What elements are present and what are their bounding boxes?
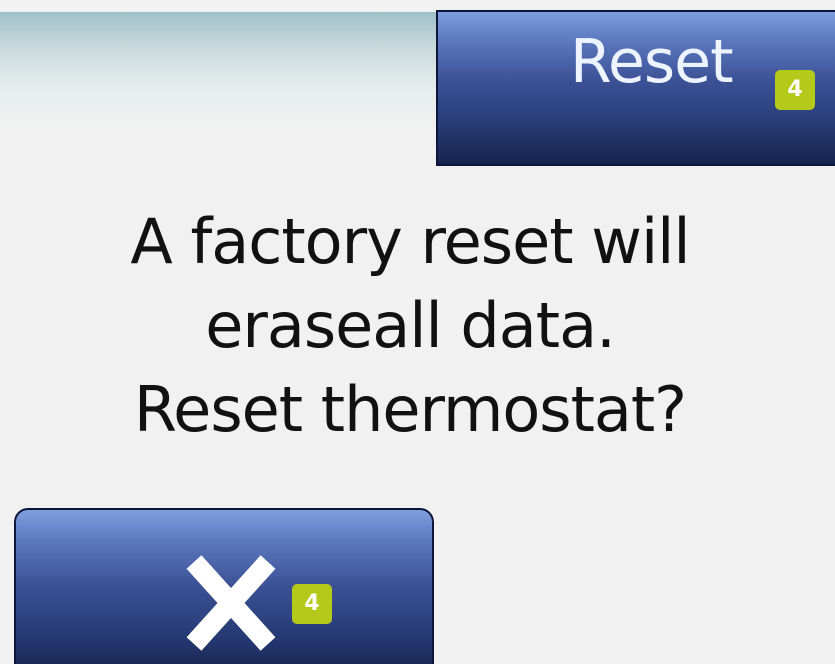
cancel-button-badge: 4 [292, 584, 332, 624]
message-line-1: A factory reset will [130, 205, 690, 278]
cancel-button[interactable]: 4 [14, 508, 434, 664]
close-icon [186, 555, 276, 651]
header-gradient-band [0, 12, 436, 130]
reset-confirmation-message: A factory reset will eraseall data. Rese… [90, 200, 730, 452]
factory-reset-screen: Reset 4 A factory reset will eraseall da… [0, 0, 835, 664]
reset-button-badge: 4 [775, 70, 815, 110]
message-line-3: Reset thermostat? [133, 373, 687, 446]
reset-button[interactable]: Reset 4 [436, 10, 835, 166]
message-line-2: eraseall data. [205, 289, 616, 362]
reset-button-label: Reset [570, 27, 734, 97]
